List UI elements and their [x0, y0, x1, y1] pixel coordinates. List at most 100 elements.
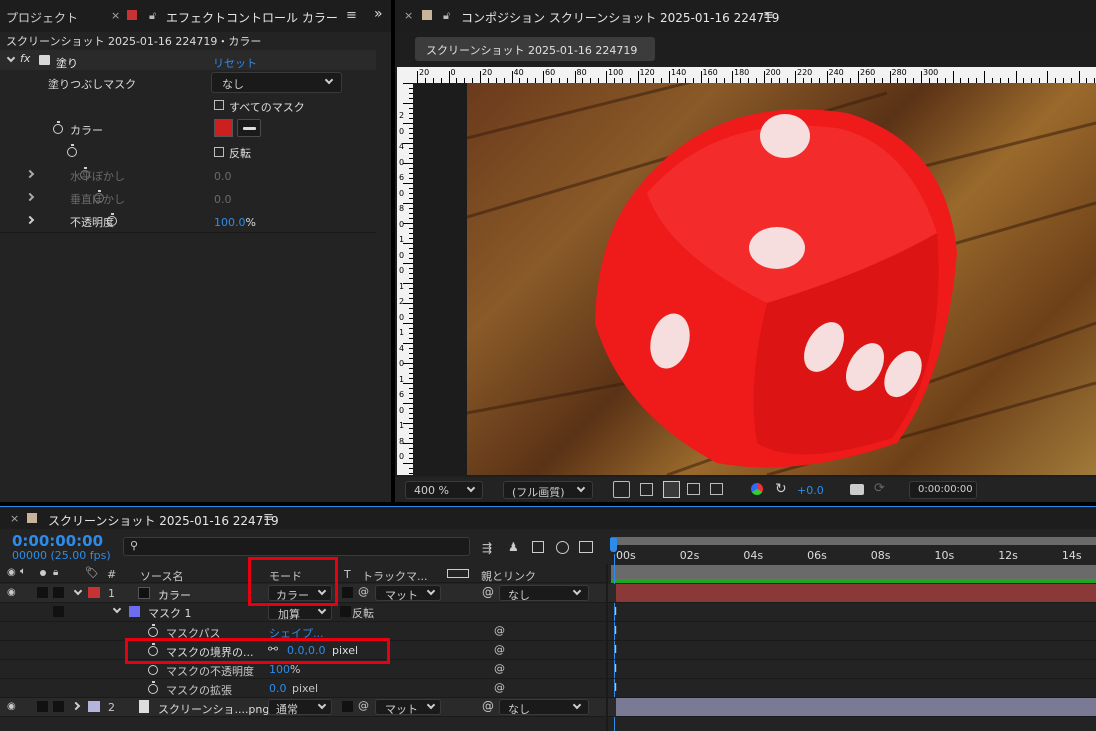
eye-icon[interactable]: ◉ — [7, 567, 16, 578]
mask-visibility-icon[interactable] — [663, 481, 680, 498]
stopwatch-icon[interactable] — [53, 121, 63, 134]
label-color[interactable] — [88, 701, 100, 712]
fx-icon[interactable]: fx — [20, 52, 30, 65]
mask-expansion-value[interactable]: 0.0 — [269, 682, 287, 695]
audio-toggle[interactable] — [37, 701, 48, 712]
comp-timecode-field[interactable]: 0:00:00:00 — [909, 481, 977, 499]
preserve-transparency-toggle[interactable] — [342, 701, 353, 712]
close-icon[interactable]: × — [404, 9, 413, 22]
lock-icon[interactable]: 🔓︎ — [443, 9, 450, 23]
layer-name[interactable]: カラー — [158, 587, 191, 603]
all-masks-checkbox[interactable] — [214, 100, 224, 110]
close-icon[interactable]: × — [111, 9, 120, 22]
mask-row[interactable]: マスク 1 加算 反転 I — [0, 603, 1096, 622]
quality-dropdown[interactable]: (フル画質) — [503, 481, 593, 499]
frame-blending-icon[interactable] — [532, 541, 544, 553]
eye-icon[interactable]: ◉ — [7, 701, 16, 712]
comp-viewer[interactable] — [413, 83, 1096, 475]
ruler-vertical[interactable]: 2 0 4 0 6 0 8 0 1 0 0 1 2 0 1 4 0 1 6 0 1 8 0 — [397, 83, 413, 479]
fast-preview-icon[interactable] — [613, 481, 630, 498]
layer-duration-bar[interactable] — [616, 584, 1096, 602]
matte-link-icon[interactable]: @ — [358, 585, 369, 598]
graph-editor-icon[interactable] — [579, 541, 593, 553]
zoom-dropdown[interactable]: 400 % — [405, 481, 483, 499]
trackmatte-dropdown[interactable]: マット — [375, 585, 441, 602]
reset-link[interactable]: リセット — [213, 55, 257, 71]
layer-row[interactable]: ◉ 1 カラー カラー @ マット @ なし — [0, 584, 1096, 603]
playhead-handle[interactable] — [610, 538, 617, 552]
tab-composition[interactable]: コンポジション スクリーンショット 2025-01-16 224719 — [461, 9, 779, 26]
solo-icon[interactable] — [40, 570, 46, 576]
shy-layers-icon[interactable]: ♟ — [508, 540, 519, 554]
stopwatch-icon[interactable] — [148, 662, 158, 675]
transparency-grid-icon[interactable] — [640, 483, 653, 496]
trackmatte-dropdown[interactable]: マット — [375, 699, 441, 716]
exposure-value[interactable]: +0.0 — [797, 484, 824, 497]
mask-name[interactable]: マスク 1 — [148, 605, 192, 621]
mode-dropdown[interactable]: 通常 — [268, 699, 332, 716]
expand-panels-icon[interactable]: » — [374, 6, 383, 22]
time-ruler[interactable]: 00s 02s 04s 06s 08s 10s 12s 14s — [608, 532, 1096, 584]
parent-dropdown[interactable]: なし — [499, 585, 589, 602]
tab-timeline[interactable]: スクリーンショット 2025-01-16 224719 — [48, 512, 279, 529]
menu-icon[interactable]: ≡ — [346, 8, 357, 23]
mask-mode-dropdown[interactable]: 加算 — [268, 604, 332, 621]
expand-chevron-icon[interactable] — [25, 192, 35, 202]
channel-icon[interactable] — [751, 483, 763, 495]
matte-link-icon[interactable]: @ — [358, 699, 369, 712]
pickwhip-icon[interactable]: @ — [482, 585, 494, 599]
close-icon[interactable]: × — [10, 512, 19, 525]
opacity-value-group[interactable]: 100.0% — [214, 216, 256, 229]
parent-dropdown[interactable]: なし — [499, 699, 589, 716]
opacity-value[interactable]: 100.0 — [214, 216, 246, 229]
lock-toggle[interactable] — [53, 701, 64, 712]
label-tag-icon[interactable]: 🏷︎ — [85, 566, 99, 579]
eye-icon[interactable]: ◉ — [7, 587, 16, 598]
layer-name[interactable]: スクリーンショ....png — [158, 701, 269, 717]
expand-chevron-icon[interactable] — [25, 169, 35, 179]
tab-effect-controls[interactable]: エフェクトコントロール カラー — [166, 9, 338, 26]
menu-icon[interactable]: ≡ — [763, 8, 774, 23]
pickwhip-icon[interactable]: @ — [482, 699, 494, 713]
snapshot-camera-icon[interactable] — [850, 484, 864, 495]
region-of-interest-icon[interactable] — [687, 483, 700, 495]
current-timecode[interactable]: 0:00:00:00 — [12, 532, 103, 550]
expand-chevron-icon[interactable] — [25, 215, 35, 225]
mask-invert-checkbox[interactable] — [340, 606, 351, 617]
pickwhip-icon[interactable]: @ — [494, 681, 505, 694]
audio-toggle[interactable] — [37, 587, 48, 598]
mask-color[interactable] — [129, 606, 140, 617]
comp-mini-flowchart-icon[interactable]: ⇶ — [482, 541, 492, 555]
ruler-horizontal[interactable]: 20 0 20 40 60 80 100 120 140 160 180 200 220 240 260 28… — [397, 67, 1096, 83]
pickwhip-icon[interactable]: @ — [494, 643, 505, 656]
lock-icon[interactable]: 🔓︎ — [149, 9, 156, 23]
h-blur-value[interactable]: 0.0 — [214, 170, 232, 183]
grid-guide-icon[interactable] — [710, 483, 723, 495]
col-trackmatte-header[interactable]: トラックマ... — [362, 568, 428, 584]
motion-blur-icon[interactable] — [556, 541, 569, 554]
invert-checkbox[interactable] — [214, 147, 224, 157]
mask-expansion-row[interactable]: マスクの拡張 0.0 pixel @ I — [0, 679, 1096, 698]
stopwatch-icon[interactable] — [148, 681, 158, 694]
mask-opacity-value-group[interactable]: 100% — [269, 663, 300, 676]
show-snapshot-icon[interactable]: ⟳ — [874, 481, 885, 496]
v-blur-value[interactable]: 0.0 — [214, 193, 232, 206]
collapse-chevron-icon[interactable] — [112, 604, 122, 614]
timeline-nav-bar[interactable] — [611, 565, 1096, 579]
layer-duration-bar[interactable] — [616, 698, 1096, 716]
lock-icon[interactable]: 🔒︎ — [53, 567, 58, 578]
pickwhip-icon[interactable]: @ — [494, 624, 505, 637]
tab-project[interactable]: プロジェクト — [6, 9, 78, 26]
expand-chevron-icon[interactable] — [71, 701, 81, 711]
audio-icon[interactable]: 🔈︎ — [20, 566, 26, 577]
lock-toggle[interactable] — [53, 606, 64, 617]
pickwhip-icon[interactable]: @ — [494, 662, 505, 675]
lock-toggle[interactable] — [53, 587, 64, 598]
color-swatch[interactable] — [214, 119, 233, 137]
col-source-header[interactable]: ソース名 — [140, 568, 183, 584]
fill-mask-dropdown[interactable]: なし — [211, 72, 342, 93]
preserve-transparency-toggle[interactable] — [342, 587, 353, 598]
mask-opacity-value[interactable]: 100 — [269, 663, 290, 676]
stopwatch-icon[interactable] — [66, 144, 77, 157]
work-area-bar[interactable] — [611, 537, 1096, 545]
